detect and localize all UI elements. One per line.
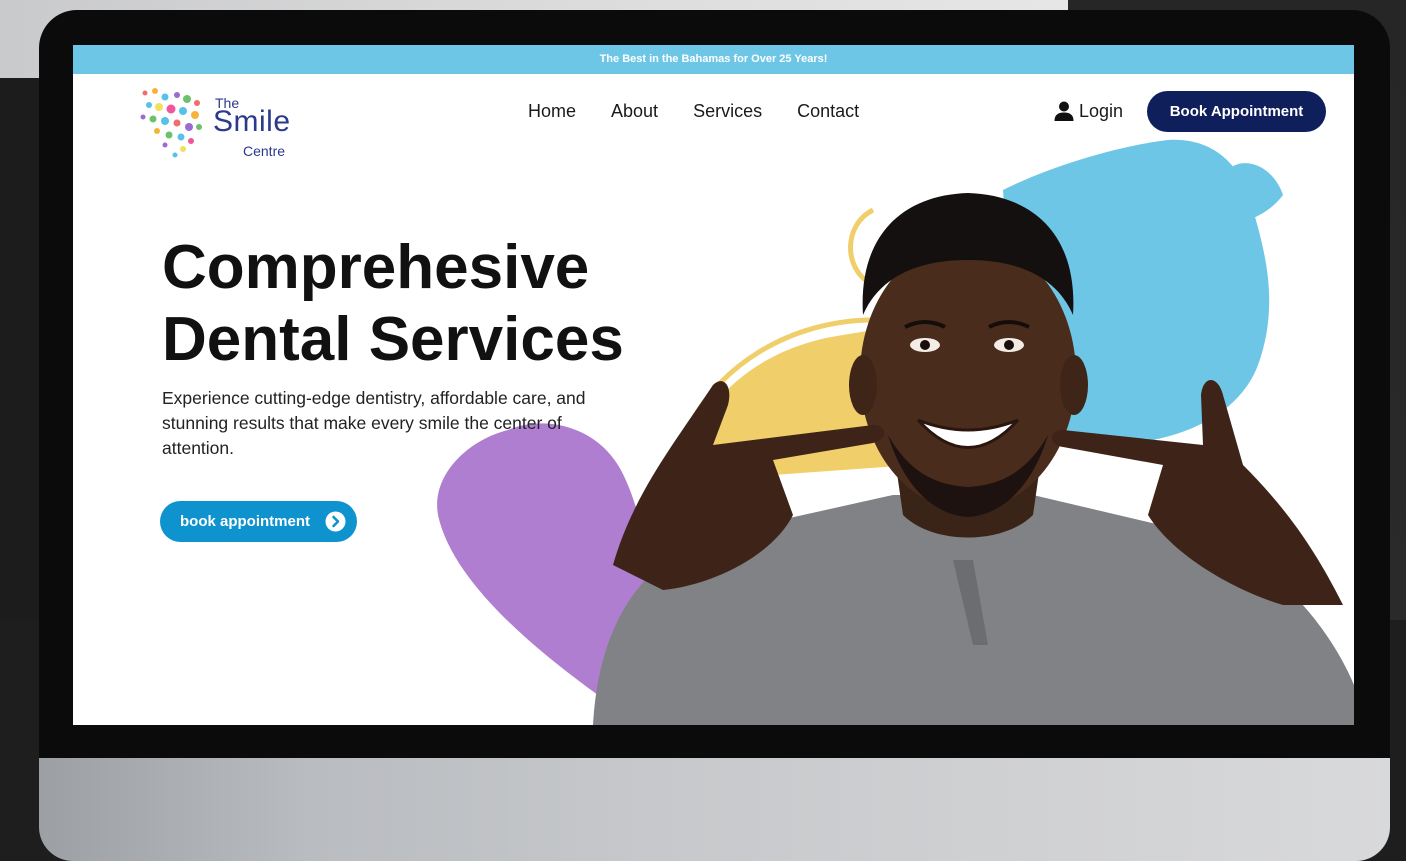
login-link[interactable]: Login [1053,100,1123,122]
website-screen: The Best in the Bahamas for Over 25 Year… [73,45,1354,725]
tooth-dots-icon [140,88,202,158]
login-label: Login [1079,100,1124,121]
brand-logo[interactable]: The Smile Centre [135,85,295,159]
hero-cta-label: book appointment [180,513,310,530]
hero-book-appointment-button[interactable]: book appointment [160,501,357,542]
hero-title-line1: Comprehesive [162,233,590,302]
logo-smile-text: Smile [213,105,291,138]
hero-title-line2: Dental Services [162,305,624,374]
user-icon [1054,101,1074,121]
hero-subtitle: Experience cutting-edge dentistry, affor… [162,388,586,458]
person-ear-right [1060,355,1088,415]
blue-blob-small [1223,163,1283,222]
book-appointment-button[interactable]: Book Appointment [1147,91,1326,132]
monitor-chin [39,758,1390,861]
main-nav: Home About Services Contact [528,101,859,122]
chevron-right-circle-icon [325,511,346,532]
person-face [860,240,1076,510]
nav-services[interactable]: Services [693,101,762,122]
nav-contact[interactable]: Contact [797,101,859,122]
logo-centre-text: Centre [243,143,286,159]
hero-title: Comprehesive Dental Services [162,232,722,376]
nav-about[interactable]: About [611,101,658,122]
nav-home[interactable]: Home [528,101,576,122]
person-ear-left [849,355,877,415]
